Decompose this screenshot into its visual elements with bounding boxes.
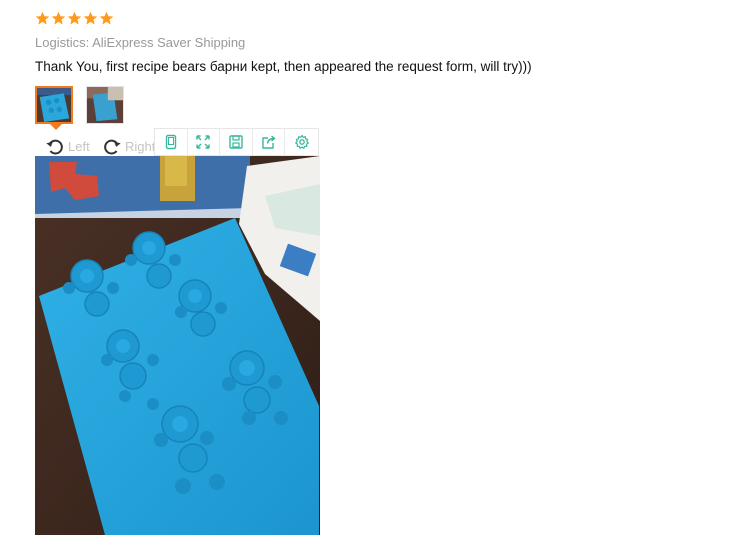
fullscreen-button[interactable] [188,129,221,155]
settings-icon [294,134,309,149]
mobile-view-button[interactable] [155,129,188,155]
save-button[interactable] [220,129,253,155]
settings-button[interactable] [285,129,318,155]
rotate-right-button[interactable]: Right [101,134,155,158]
bear-mold-photo [35,156,320,535]
share-button[interactable] [253,129,286,155]
image-toolbar [154,128,319,156]
star-icon [35,11,50,25]
photo-thumbnail-2[interactable] [86,86,124,124]
star-icon [67,11,82,25]
rotate-right-label: Right [125,138,156,154]
star-rating [35,11,114,29]
mobile-view-icon [165,134,176,150]
photo-thumbnail-1[interactable] [35,86,73,124]
share-icon [261,135,276,149]
save-icon [229,135,243,149]
review-text: Thank You, first recipe bears барни kept… [35,59,532,74]
second-photo-thumbnail-image [87,87,123,123]
star-icon [99,11,114,25]
rotate-left-label: Left [68,138,90,154]
rotate-left-button[interactable]: Left [44,134,90,158]
star-icon [51,11,66,25]
fullscreen-icon [196,135,211,149]
star-icon [83,11,98,25]
rotate-right-icon [104,139,121,155]
rotate-controls: Left Right [35,134,157,158]
review-photo[interactable] [35,156,320,535]
logistics-info: Logistics: AliExpress Saver Shipping [35,35,246,50]
rotate-left-icon [46,139,63,155]
selected-thumbnail-pointer [50,124,62,130]
bear-mold-thumbnail-image [37,88,71,122]
